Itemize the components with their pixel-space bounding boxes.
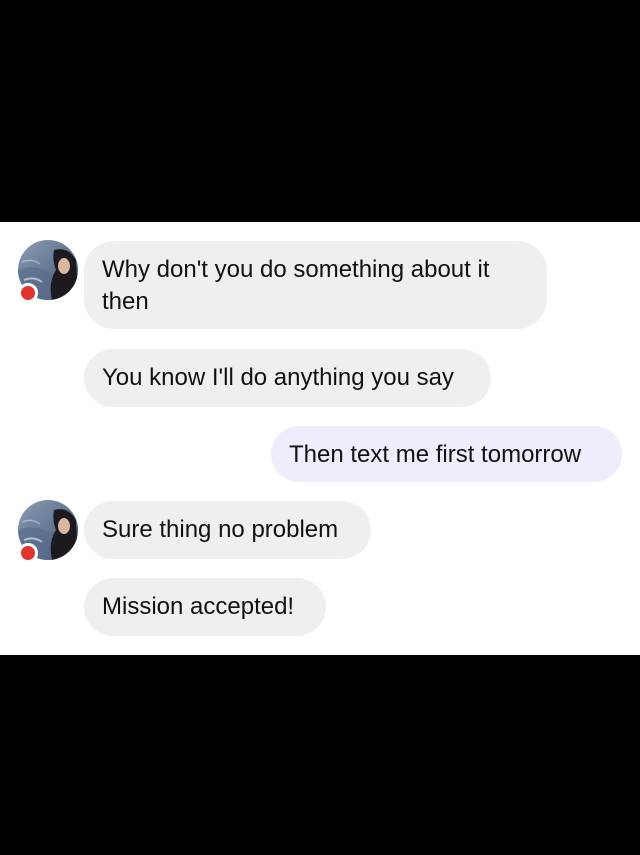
- online-status-dot: [18, 283, 38, 303]
- online-status-dot: [18, 543, 38, 563]
- message-bubble-outgoing[interactable]: Then text me first tomorrow: [271, 426, 622, 482]
- message-text: Why don't you do something about it then: [102, 256, 490, 315]
- message-bubble-incoming[interactable]: Sure thing no problem: [84, 501, 371, 559]
- letterbox-bottom: [0, 655, 640, 855]
- chat-thread[interactable]: Why don't you do something about it then…: [0, 222, 640, 655]
- letterbox-top: [0, 0, 640, 222]
- message-bubble-incoming[interactable]: Why don't you do something about it then: [84, 241, 547, 329]
- message-text: Sure thing no problem: [102, 516, 339, 543]
- message-bubble-incoming[interactable]: You know I'll do anything you say: [84, 349, 491, 407]
- message-text: Mission accepted!: [102, 593, 295, 620]
- message-text: Then text me first tomorrow: [289, 441, 582, 468]
- message-text: You know I'll do anything you say: [102, 364, 454, 391]
- message-bubble-incoming[interactable]: Mission accepted!: [84, 578, 326, 636]
